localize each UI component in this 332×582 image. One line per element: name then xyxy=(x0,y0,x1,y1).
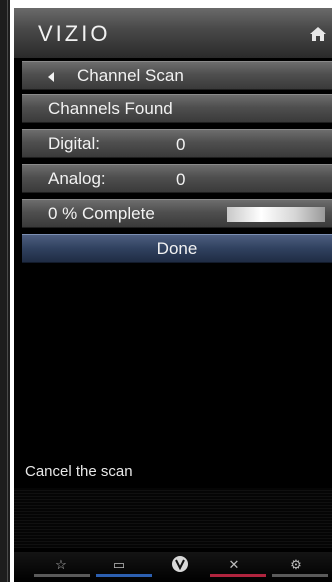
analog-row: Analog: 0 xyxy=(22,164,332,193)
close-icon[interactable]: ✕ xyxy=(224,557,244,573)
help-area-background xyxy=(14,488,332,548)
progress-bar xyxy=(227,207,325,222)
digital-label: Digital: xyxy=(48,134,100,153)
home-icon[interactable] xyxy=(310,27,326,41)
analog-value: 0 xyxy=(176,170,186,189)
menu-title: Channel Scan xyxy=(77,66,184,85)
analog-label: Analog: xyxy=(48,169,106,188)
tv-header: VIZIO xyxy=(14,8,332,58)
settings-underline xyxy=(272,574,328,577)
vizio-logo: VIZIO xyxy=(38,21,111,46)
progress-row: 0 % Complete xyxy=(22,199,332,228)
digital-row: Digital: 0 xyxy=(22,129,332,158)
done-label: Done xyxy=(156,239,198,258)
input-underline xyxy=(96,574,152,577)
done-button[interactable]: Done xyxy=(22,234,332,263)
star-underline xyxy=(34,574,90,577)
channels-found-row: Channels Found xyxy=(22,94,332,123)
input-icon[interactable]: ▭ xyxy=(109,557,129,573)
close-underline xyxy=(210,574,266,577)
progress-label: 0 % Complete xyxy=(48,204,155,223)
menu-title-row[interactable]: Channel Scan xyxy=(22,61,332,90)
vizio-v-icon[interactable] xyxy=(170,555,190,576)
bottom-bar: ☆ ▭ ✕ ⚙ xyxy=(14,552,332,582)
settings-icon[interactable]: ⚙ xyxy=(286,557,306,573)
back-arrow-icon[interactable] xyxy=(48,72,54,82)
digital-value: 0 xyxy=(176,135,186,154)
channels-found-label: Channels Found xyxy=(48,99,173,118)
help-text: Cancel the scan xyxy=(25,463,133,480)
star-icon[interactable]: ☆ xyxy=(51,557,71,573)
tv-menu-panel: VIZIO Channel Scan Channels Found Digita… xyxy=(14,8,332,582)
left-border xyxy=(0,0,10,582)
